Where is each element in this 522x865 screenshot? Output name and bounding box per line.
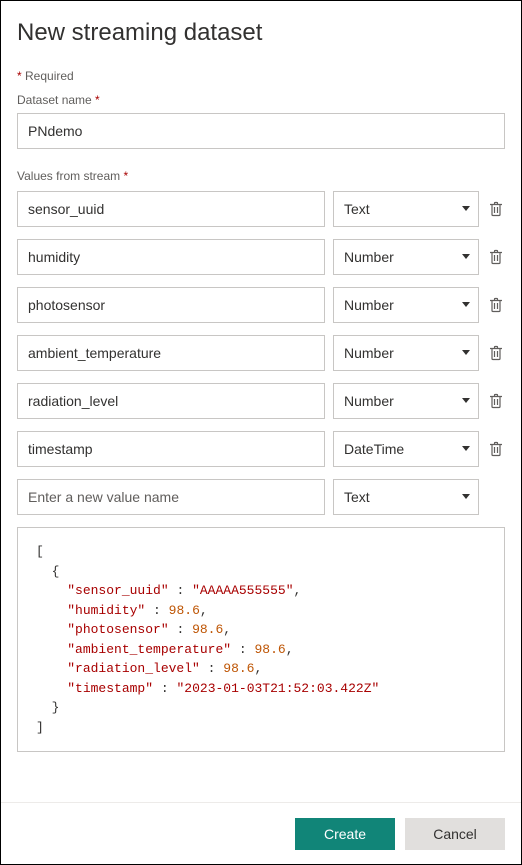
value-type-select-wrap: TextNumberDateTime (333, 431, 479, 467)
value-name-input[interactable] (17, 191, 325, 227)
dataset-name-group: Dataset name * (17, 93, 505, 149)
cancel-button[interactable]: Cancel (405, 818, 505, 850)
new-value-type-select[interactable]: TextNumberDateTime (333, 479, 479, 515)
value-type-select[interactable]: TextNumberDateTime (333, 287, 479, 323)
trash-icon[interactable] (487, 297, 505, 313)
new-value-row: TextNumberDateTime (17, 479, 505, 515)
value-type-select-wrap: TextNumberDateTime (333, 239, 479, 275)
dialog-title: New streaming dataset (17, 19, 505, 47)
value-name-input[interactable] (17, 383, 325, 419)
new-streaming-dataset-dialog: New streaming dataset * Required Dataset… (1, 1, 521, 803)
value-name-input[interactable] (17, 239, 325, 275)
new-value-name-input[interactable] (17, 479, 325, 515)
value-name-input[interactable] (17, 431, 325, 467)
trash-icon[interactable] (487, 345, 505, 361)
dataset-name-input[interactable] (17, 113, 505, 149)
value-type-select-wrap: TextNumberDateTime (333, 191, 479, 227)
required-note: * Required (17, 69, 505, 83)
dataset-name-label: Dataset name * (17, 93, 505, 107)
value-type-select[interactable]: TextNumberDateTime (333, 191, 479, 227)
value-row: TextNumberDateTime (17, 191, 505, 227)
value-type-select-wrap: TextNumberDateTime (333, 335, 479, 371)
trash-icon[interactable] (487, 393, 505, 409)
value-name-input[interactable] (17, 335, 325, 371)
value-row: TextNumberDateTime (17, 335, 505, 371)
value-type-select[interactable]: TextNumberDateTime (333, 335, 479, 371)
value-row: TextNumberDateTime (17, 239, 505, 275)
value-rows: TextNumberDateTime TextNumberDateTime Text… (17, 191, 505, 467)
new-value-type-select-wrap: TextNumberDateTime (333, 479, 479, 515)
value-type-select-wrap: TextNumberDateTime (333, 383, 479, 419)
trash-icon[interactable] (487, 441, 505, 457)
value-row: TextNumberDateTime (17, 383, 505, 419)
value-type-select[interactable]: TextNumberDateTime (333, 431, 479, 467)
values-from-stream-group: Values from stream * TextNumberDateTimeT… (17, 169, 505, 752)
create-button[interactable]: Create (295, 818, 395, 850)
value-row: TextNumberDateTime (17, 287, 505, 323)
trash-icon[interactable] (487, 249, 505, 265)
values-from-stream-label: Values from stream * (17, 169, 505, 183)
value-name-input[interactable] (17, 287, 325, 323)
trash-icon[interactable] (487, 201, 505, 217)
value-type-select[interactable]: TextNumberDateTime (333, 383, 479, 419)
json-preview: [ { "sensor_uuid" : "AAAAA555555", "humi… (17, 527, 505, 752)
dialog-footer: Create Cancel (1, 802, 521, 864)
value-type-select-wrap: TextNumberDateTime (333, 287, 479, 323)
value-type-select[interactable]: TextNumberDateTime (333, 239, 479, 275)
value-row: TextNumberDateTime (17, 431, 505, 467)
